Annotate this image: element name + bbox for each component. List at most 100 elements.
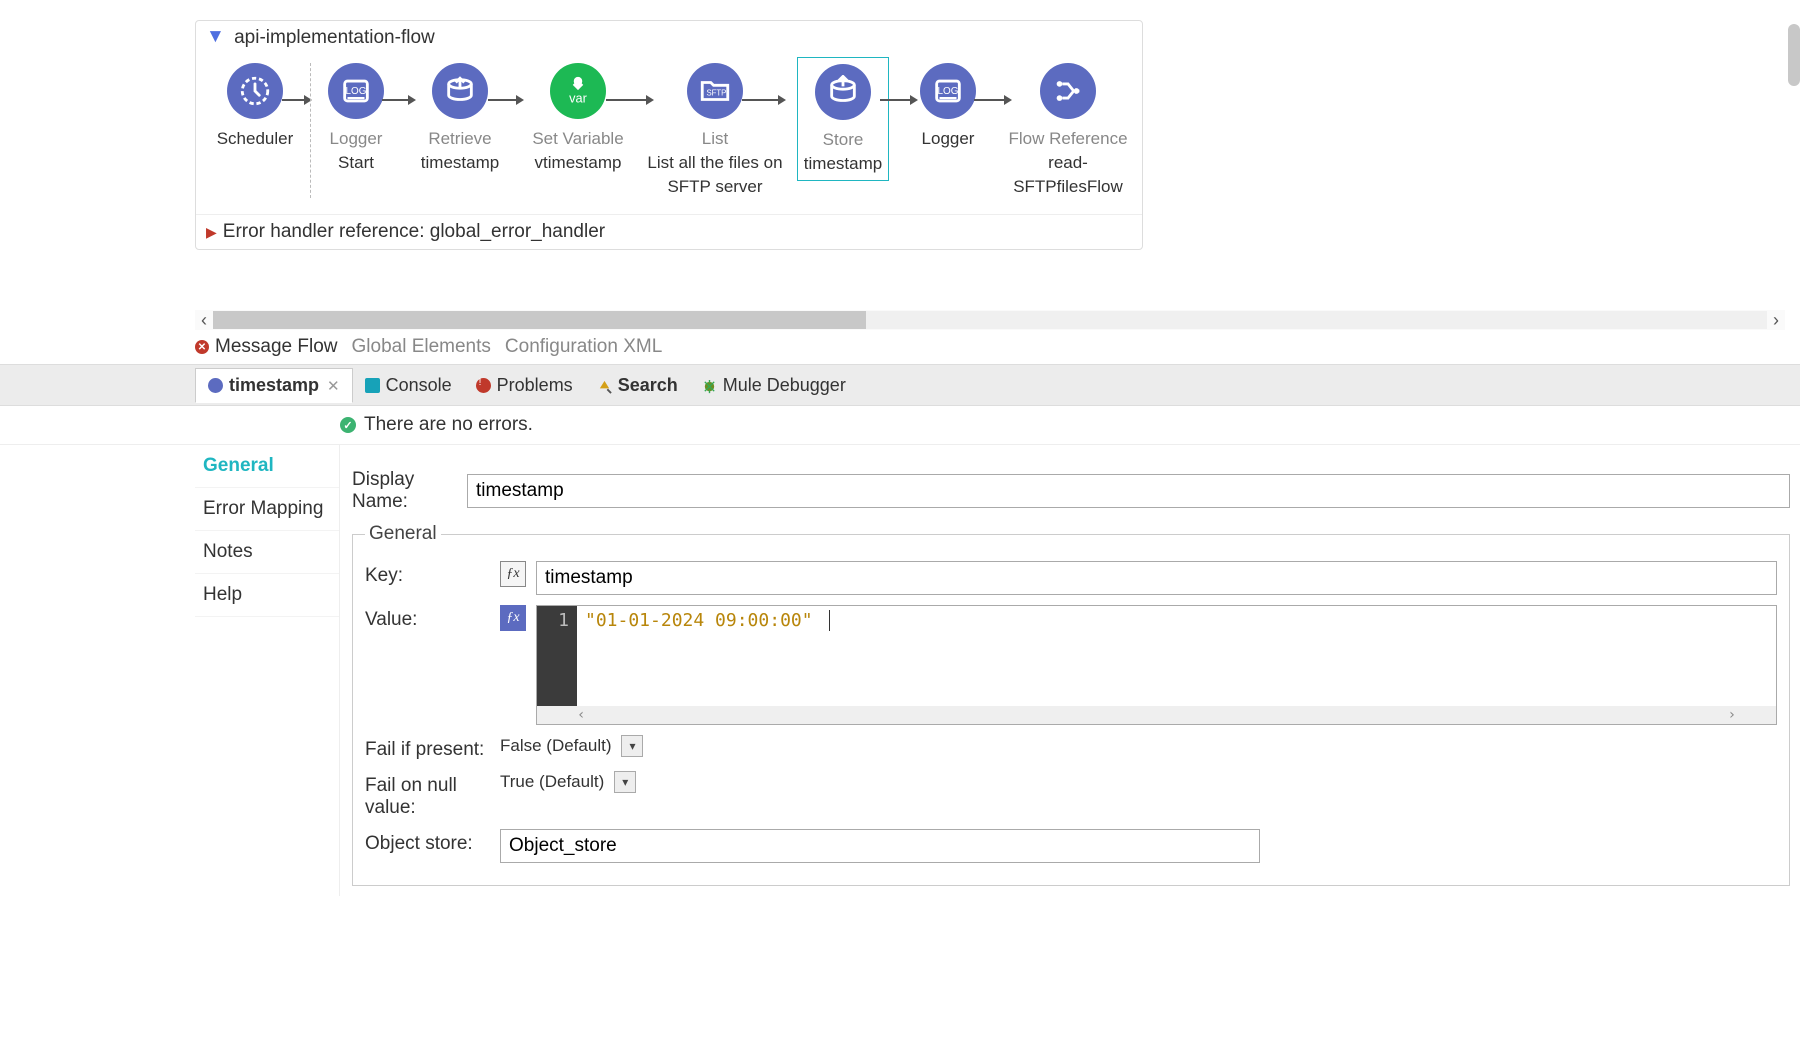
object-store-label: Object store: [365,829,500,855]
console-icon [365,378,380,393]
fail-if-present-label: Fail if present: [365,735,500,761]
status-message: There are no errors. [364,414,533,436]
tab-mule-debugger[interactable]: Mule Debugger [690,369,858,402]
svg-text:SFTP: SFTP [706,88,726,97]
flow-node-label: Scheduler [215,127,296,151]
tab-label: timestamp [229,375,319,396]
editor-gutter: 1 [537,606,577,706]
value-expression-editor[interactable]: 1 "01-01-2024 09:00:00" ‹ › [536,605,1777,725]
side-item-notes[interactable]: Notes [195,531,339,574]
scroll-right-icon[interactable]: › [1728,707,1736,723]
scroll-left-icon[interactable]: ‹ [577,707,585,723]
code-string-literal: "01-01-2024 09:00:00" [585,610,813,631]
tab-console[interactable]: Console [353,369,464,402]
scroll-track[interactable] [213,311,1767,329]
tab-timestamp[interactable]: timestamp ✕ [195,368,353,403]
component-icon [208,378,223,393]
editor-bottom-tabs: ✕ Message Flow Global Elements Configura… [0,330,1800,364]
fail-on-null-select[interactable]: True (Default) ▾ [500,771,640,793]
value-label: Value: [365,605,500,631]
flow-canvas[interactable]: ▼ api-implementation-flow Scheduler [0,0,1800,330]
flow-node-label: List List all the files on SFTP server [642,127,788,198]
flow-node-retrieve[interactable]: Retrieve timestamp [406,63,514,175]
editor-hscrollbar[interactable]: ‹ › [537,706,1776,724]
display-name-label: Display Name: [352,469,467,513]
flow-header[interactable]: ▼ api-implementation-flow [196,21,1142,55]
problems-icon: ! [476,378,491,393]
side-item-general[interactable]: General [195,445,339,488]
flow-node-store[interactable]: Store timestamp [788,63,898,181]
scroll-left-button[interactable]: ‹ [195,310,213,331]
editor-cursor [829,610,841,631]
fieldset-legend: General [365,523,441,545]
properties-side-nav: General Error Mapping Notes Help [195,445,340,896]
canvas-hscrollbar[interactable]: ‹ › [195,310,1785,330]
flow-node-label: Flow Reference read-SFTPfilesFlow [998,127,1138,198]
side-item-help[interactable]: Help [195,574,339,617]
properties-form: Display Name: General Key: ƒx Value: ƒx … [340,445,1800,896]
properties-panel: General Error Mapping Notes Help Display… [0,445,1800,896]
canvas-vscroll-thumb[interactable] [1788,24,1800,86]
search-icon [597,378,612,393]
scroll-thumb[interactable] [213,311,866,329]
ok-check-icon: ✓ [340,417,356,433]
scroll-right-button[interactable]: › [1767,310,1785,331]
flow-container[interactable]: ▼ api-implementation-flow Scheduler [195,20,1143,250]
close-icon[interactable]: ✕ [327,377,340,395]
flow-node-label: Retrieve timestamp [419,127,501,175]
flow-node-label: Logger Start [328,127,385,175]
debugger-icon [702,378,717,393]
flow-node-logger-end[interactable]: LOG Logger [898,63,998,151]
error-handler-section[interactable]: ▶ Error handler reference: global_error_… [196,214,1142,249]
flow-name: api-implementation-flow [234,27,435,48]
store-retrieve-icon [432,63,488,119]
flow-node-label: Store timestamp [802,128,884,176]
tab-label: Problems [497,375,573,396]
display-name-input[interactable] [467,474,1790,508]
flow-node-list[interactable]: SFTP List List all the files on SFTP ser… [642,63,788,198]
set-variable-icon: var [550,63,606,119]
logger-icon: LOG [920,63,976,119]
scheduler-icon [227,63,283,119]
chevron-down-icon: ▾ [614,771,636,793]
side-item-error-mapping[interactable]: Error Mapping [195,488,339,531]
flow-node-label: Set Variable vtimestamp [530,127,625,175]
fail-if-present-select[interactable]: False (Default) ▾ [500,735,647,757]
error-handler-label: Error handler reference: global_error_ha… [223,221,605,243]
tab-problems[interactable]: ! Problems [464,369,585,402]
flow-node-logger-start[interactable]: LOG Logger Start [306,63,406,175]
tab-label: Console [386,375,452,396]
flow-reference-icon [1040,63,1096,119]
tab-message-flow[interactable]: Message Flow [215,336,338,358]
sftp-list-icon: SFTP [687,63,743,119]
flow-nodes-row: Scheduler LOG Logger Start [196,55,1142,214]
collapse-triangle-icon[interactable]: ▼ [206,26,225,48]
tab-label: Mule Debugger [723,375,846,396]
fx-toggle-value[interactable]: ƒx [500,605,526,631]
logger-icon: LOG [328,63,384,119]
key-input[interactable] [536,561,1777,595]
svg-text:var: var [569,90,587,105]
tab-label: Search [618,375,678,396]
fx-toggle-key[interactable]: ƒx [500,561,526,587]
fail-on-null-label: Fail on null value: [365,771,500,819]
flow-node-flow-reference[interactable]: Flow Reference read-SFTPfilesFlow [998,63,1138,198]
expand-triangle-icon[interactable]: ▶ [206,224,217,241]
select-value: False (Default) [500,736,611,756]
general-fieldset: General Key: ƒx Value: ƒx 1 "01-01-2024 … [352,523,1790,886]
bottom-panel-tabs: timestamp ✕ Console ! Problems Search Mu… [0,364,1800,406]
tab-search[interactable]: Search [585,369,690,402]
key-label: Key: [365,561,500,587]
editor-code-area[interactable]: "01-01-2024 09:00:00" [577,606,1776,706]
select-value: True (Default) [500,772,604,792]
tab-configuration-xml[interactable]: Configuration XML [505,336,662,358]
selected-node-outline: Store timestamp [797,57,889,181]
validation-status-bar: ✓ There are no errors. [0,406,1800,445]
object-store-input[interactable] [500,829,1260,863]
flow-node-label: Logger [920,127,977,151]
store-icon [815,64,871,120]
flow-node-scheduler[interactable]: Scheduler [204,63,306,151]
flow-node-set-variable[interactable]: var Set Variable vtimestamp [514,63,642,175]
tab-global-elements[interactable]: Global Elements [352,336,491,358]
svg-text:LOG: LOG [346,86,367,97]
